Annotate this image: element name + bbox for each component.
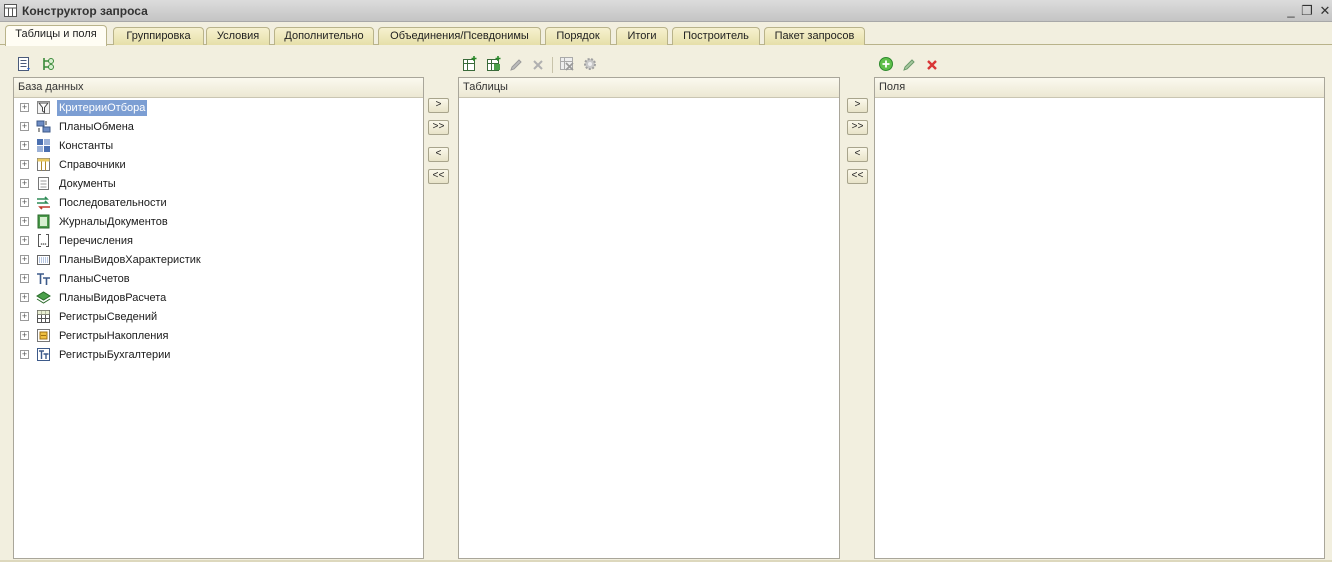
tree-item-label: Последовательности <box>59 197 167 209</box>
delete-icon[interactable] <box>530 57 546 73</box>
tab-additional[interactable]: Дополнительно <box>274 27 374 45</box>
tree-item-label: ПланыСчетов <box>59 273 130 285</box>
table-settings-icon[interactable] <box>582 56 598 72</box>
expand-icon[interactable]: + <box>20 293 29 302</box>
close-window-button[interactable]: ✕ <box>1316 2 1332 20</box>
database-panel-header: База данных <box>14 78 423 98</box>
tree-item-label: Документы <box>59 178 116 190</box>
enum-icon <box>38 234 49 247</box>
add-all-tables-button[interactable]: >> <box>428 120 449 135</box>
expand-icon[interactable]: + <box>20 217 29 226</box>
sequence-icon <box>37 196 50 210</box>
constants-icon <box>37 139 50 152</box>
tree-item-label: РегистрыНакопления <box>59 330 169 342</box>
expand-icon[interactable]: + <box>20 331 29 340</box>
expand-icon[interactable]: + <box>20 141 29 150</box>
characteristic-types-icon <box>37 255 50 265</box>
accumulation-register-icon <box>37 329 50 342</box>
tab-grouping[interactable]: Группировка <box>113 27 204 45</box>
add-field-icon[interactable] <box>878 56 894 72</box>
filter-icon <box>37 101 50 114</box>
toolbar-separator <box>552 57 553 73</box>
edit-pencil-icon[interactable] <box>508 57 524 73</box>
tree-item-accumulation-registers[interactable]: + РегистрыНакопления <box>18 327 398 345</box>
window-title: Конструктор запроса <box>22 4 148 18</box>
fields-panel-header: Поля <box>875 78 1324 98</box>
expand-icon[interactable]: + <box>20 350 29 359</box>
tree-item-label: РегистрыСведений <box>59 311 158 323</box>
tree-item-label: ПланыВидовРасчета <box>59 292 167 304</box>
tree-item-catalogs[interactable]: + Справочники <box>18 156 398 174</box>
exchange-plan-icon <box>36 120 51 133</box>
calculation-types-icon <box>36 291 51 304</box>
tab-builder[interactable]: Построитель <box>672 27 760 45</box>
tab-conditions[interactable]: Условия <box>206 27 270 45</box>
tree-item-label: РегистрыБухгалтерии <box>59 349 171 361</box>
tree-item-label: ПланыВидовХарактеристик <box>59 254 201 266</box>
remove-all-tables-button[interactable]: << <box>428 169 449 184</box>
expand-icon[interactable]: + <box>20 312 29 321</box>
document-icon <box>38 177 49 190</box>
tab-tables-and-fields[interactable]: Таблицы и поля <box>5 25 107 46</box>
tree-item-charts-of-accounts[interactable]: + ПланыСчетов <box>18 270 398 288</box>
expand-icon[interactable]: + <box>20 236 29 245</box>
tab-order[interactable]: Порядок <box>545 27 611 45</box>
fields-panel: Поля <box>874 77 1325 559</box>
cut-table-icon[interactable] <box>559 56 575 72</box>
tree-item-exchange-plans[interactable]: + ПланыОбмена <box>18 118 398 136</box>
database-panel: База данных + КритерииОтбора + ПланыОбме… <box>13 77 424 559</box>
tree-item-sequences[interactable]: + Последовательности <box>18 194 398 212</box>
tree-item-accounting-registers[interactable]: + РегистрыБухгалтерии <box>18 346 398 364</box>
tables-panel-header: Таблицы <box>459 78 839 98</box>
tables-panel: Таблицы <box>458 77 840 559</box>
info-register-icon <box>37 310 50 323</box>
accounting-register-icon <box>37 348 50 361</box>
tree-item-calculation-types[interactable]: + ПланыВидовРасчета <box>18 289 398 307</box>
find-in-tree-icon[interactable] <box>40 56 56 72</box>
window-titlebar: Конструктор запроса _ ❐ ✕ <box>0 0 1332 22</box>
tree-item-enumerations[interactable]: + Перечисления <box>18 232 398 250</box>
tree-item-information-registers[interactable]: + РегистрыСведений <box>18 308 398 326</box>
tab-totals[interactable]: Итоги <box>616 27 668 45</box>
tab-query-batch[interactable]: Пакет запросов <box>764 27 865 45</box>
expand-icon[interactable]: + <box>20 179 29 188</box>
remove-all-fields-button[interactable]: << <box>847 169 868 184</box>
tree-item-characteristic-types[interactable]: + ПланыВидовХарактеристик <box>18 251 398 269</box>
tree-item-label: Справочники <box>59 159 126 171</box>
add-virtual-table-icon[interactable] <box>486 56 502 72</box>
catalog-icon <box>37 158 50 171</box>
restore-button[interactable]: ❐ <box>1298 2 1316 20</box>
chart-of-accounts-icon <box>37 273 50 285</box>
tree-item-label: ПланыОбмена <box>59 121 134 133</box>
tree-item-constants[interactable]: + Константы <box>18 137 398 155</box>
add-field-button[interactable]: > <box>847 98 868 113</box>
query-builder-window-icon <box>4 4 17 17</box>
expand-icon[interactable]: + <box>20 255 29 264</box>
tree-item-document-journals[interactable]: + ЖурналыДокументов <box>18 213 398 231</box>
tab-unions-aliases[interactable]: Объединения/Псевдонимы <box>378 27 541 45</box>
tree-item-filter-criteria[interactable]: + КритерииОтбора <box>18 99 398 117</box>
remove-field-button[interactable]: < <box>847 147 868 162</box>
remove-table-button[interactable]: < <box>428 147 449 162</box>
tree-item-documents[interactable]: + Документы <box>18 175 398 193</box>
add-table-button[interactable]: > <box>428 98 449 113</box>
add-nested-query-icon[interactable] <box>462 56 478 72</box>
document-journal-icon <box>37 214 50 229</box>
expand-icon[interactable]: + <box>20 160 29 169</box>
add-all-fields-button[interactable]: >> <box>847 120 868 135</box>
edit-field-icon[interactable] <box>901 57 917 73</box>
tree-item-label: Перечисления <box>59 235 133 247</box>
expand-icon[interactable]: + <box>20 103 29 112</box>
expand-icon[interactable]: + <box>20 274 29 283</box>
tree-item-label: ЖурналыДокументов <box>59 216 168 228</box>
tree-item-label: КритерииОтбора <box>57 100 148 116</box>
remove-field-icon[interactable] <box>924 57 940 73</box>
query-list-icon[interactable] <box>16 56 32 72</box>
expand-icon[interactable]: + <box>20 198 29 207</box>
expand-icon[interactable]: + <box>20 122 29 131</box>
tree-item-label: Константы <box>59 140 114 152</box>
